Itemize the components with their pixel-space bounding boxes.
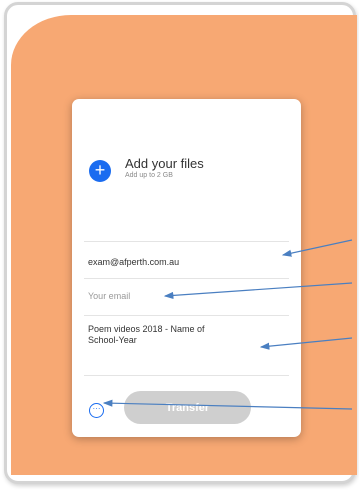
your-email-field[interactable]: Your email	[84, 278, 289, 315]
message-field[interactable]: Poem videos 2018 - Name of School-Year	[84, 315, 289, 375]
more-options-icon[interactable]: ···	[89, 403, 104, 418]
add-files-button[interactable]: +	[89, 160, 111, 182]
add-files-subtitle: Add up to 2 GB	[125, 172, 173, 179]
your-email-placeholder: Your email	[88, 291, 131, 301]
email-to-value: exam@afperth.com.au	[88, 257, 180, 267]
message-value: Poem videos 2018 - Name of School-Year	[88, 324, 205, 345]
plus-icon: +	[94, 160, 106, 180]
email-to-field[interactable]: exam@afperth.com.au	[84, 241, 289, 278]
add-files-title: Add your files	[125, 156, 204, 171]
transfer-button[interactable]: Transfer	[124, 391, 251, 424]
field-divider	[84, 375, 289, 376]
upload-card: + Add your files Add up to 2 GB exam@afp…	[72, 99, 301, 437]
